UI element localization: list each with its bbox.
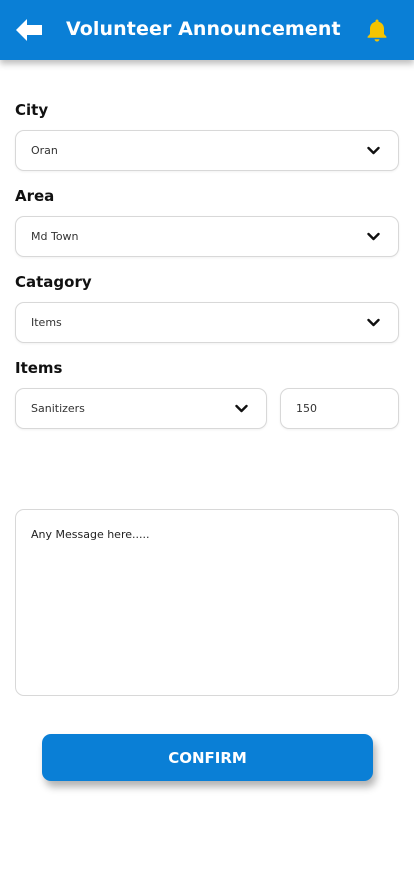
city-value: Oran: [31, 144, 58, 157]
confirm-button[interactable]: CONFIRM: [42, 734, 373, 781]
area-label: Area: [15, 187, 55, 205]
category-label: Catagory: [15, 273, 92, 291]
bell-icon[interactable]: [364, 17, 390, 43]
quantity-value: 150: [296, 402, 317, 415]
items-value: Sanitizers: [31, 402, 85, 415]
city-label: City: [15, 101, 49, 119]
area-select[interactable]: Md Town: [15, 216, 399, 257]
category-value: Items: [31, 316, 62, 329]
message-placeholder: Any Message here.....: [31, 528, 150, 541]
quantity-input[interactable]: 150: [280, 388, 399, 429]
items-label: Items: [15, 359, 63, 377]
category-select[interactable]: Items: [15, 302, 399, 343]
items-select[interactable]: Sanitizers: [15, 388, 267, 429]
app-bar: Volunteer Announcement: [0, 0, 414, 60]
chevron-down-icon: [367, 146, 380, 154]
chevron-down-icon: [367, 318, 380, 326]
arrow-left-icon[interactable]: [14, 16, 44, 44]
message-textarea[interactable]: Any Message here.....: [15, 509, 399, 696]
page-title: Volunteer Announcement: [66, 18, 341, 40]
area-value: Md Town: [31, 230, 79, 243]
chevron-down-icon: [367, 232, 380, 240]
city-select[interactable]: Oran: [15, 130, 399, 171]
chevron-down-icon: [235, 404, 248, 412]
